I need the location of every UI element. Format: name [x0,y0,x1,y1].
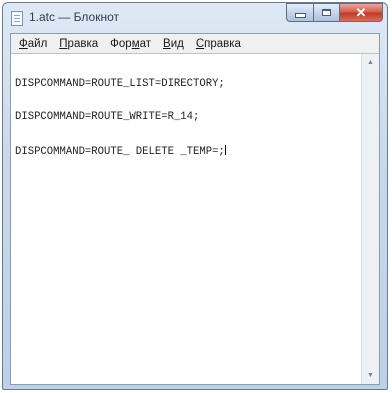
scroll-up-arrow-icon[interactable]: ▲ [362,54,379,71]
menu-help[interactable]: Справка [190,38,247,50]
scroll-down-arrow-icon[interactable]: ▼ [362,367,379,384]
editor-line: DISPCOMMAND=ROUTE_WRITE=R_14; [15,111,200,123]
menu-view[interactable]: Вид [157,38,190,50]
text-editor[interactable]: DISPCOMMAND=ROUTE_LIST=DIRECTORY; DISPCO… [11,53,379,384]
window-title: 1.atc — Блокнот [29,10,120,24]
text-caret [224,145,226,155]
notepad-icon[interactable] [11,11,23,26]
vertical-scrollbar[interactable]: ▲ ▼ [361,54,379,384]
close-button[interactable]: ✕ [339,3,383,22]
notepad-window: 1.atc — Блокнот ✕ Файл Правка Формат Вид… [2,2,388,390]
menu-edit[interactable]: Правка [53,38,104,50]
menu-file[interactable]: Файл [13,38,53,50]
menu-bar: Файл Правка Формат Вид Справка [11,34,379,53]
client-area: Файл Правка Формат Вид Справка DISPCOMMA… [10,33,380,385]
title-bar[interactable]: 1.atc — Блокнот ✕ [3,3,387,33]
minimize-button[interactable] [286,3,313,22]
close-icon: ✕ [355,4,367,20]
editor-line-with-caret: DISPCOMMAND=ROUTE_ DELETE _TEMP=; [15,145,361,158]
maximize-icon [322,9,331,16]
minimize-icon [294,13,306,18]
maximize-button[interactable] [313,3,339,22]
caption-buttons: ✕ [286,3,383,23]
editor-line: DISPCOMMAND=ROUTE_ DELETE _TEMP=; [15,146,225,158]
editor-text[interactable]: DISPCOMMAND=ROUTE_LIST=DIRECTORY; DISPCO… [15,57,361,178]
editor-line: DISPCOMMAND=ROUTE_LIST=DIRECTORY; [15,78,225,90]
menu-format[interactable]: Формат [104,38,157,50]
